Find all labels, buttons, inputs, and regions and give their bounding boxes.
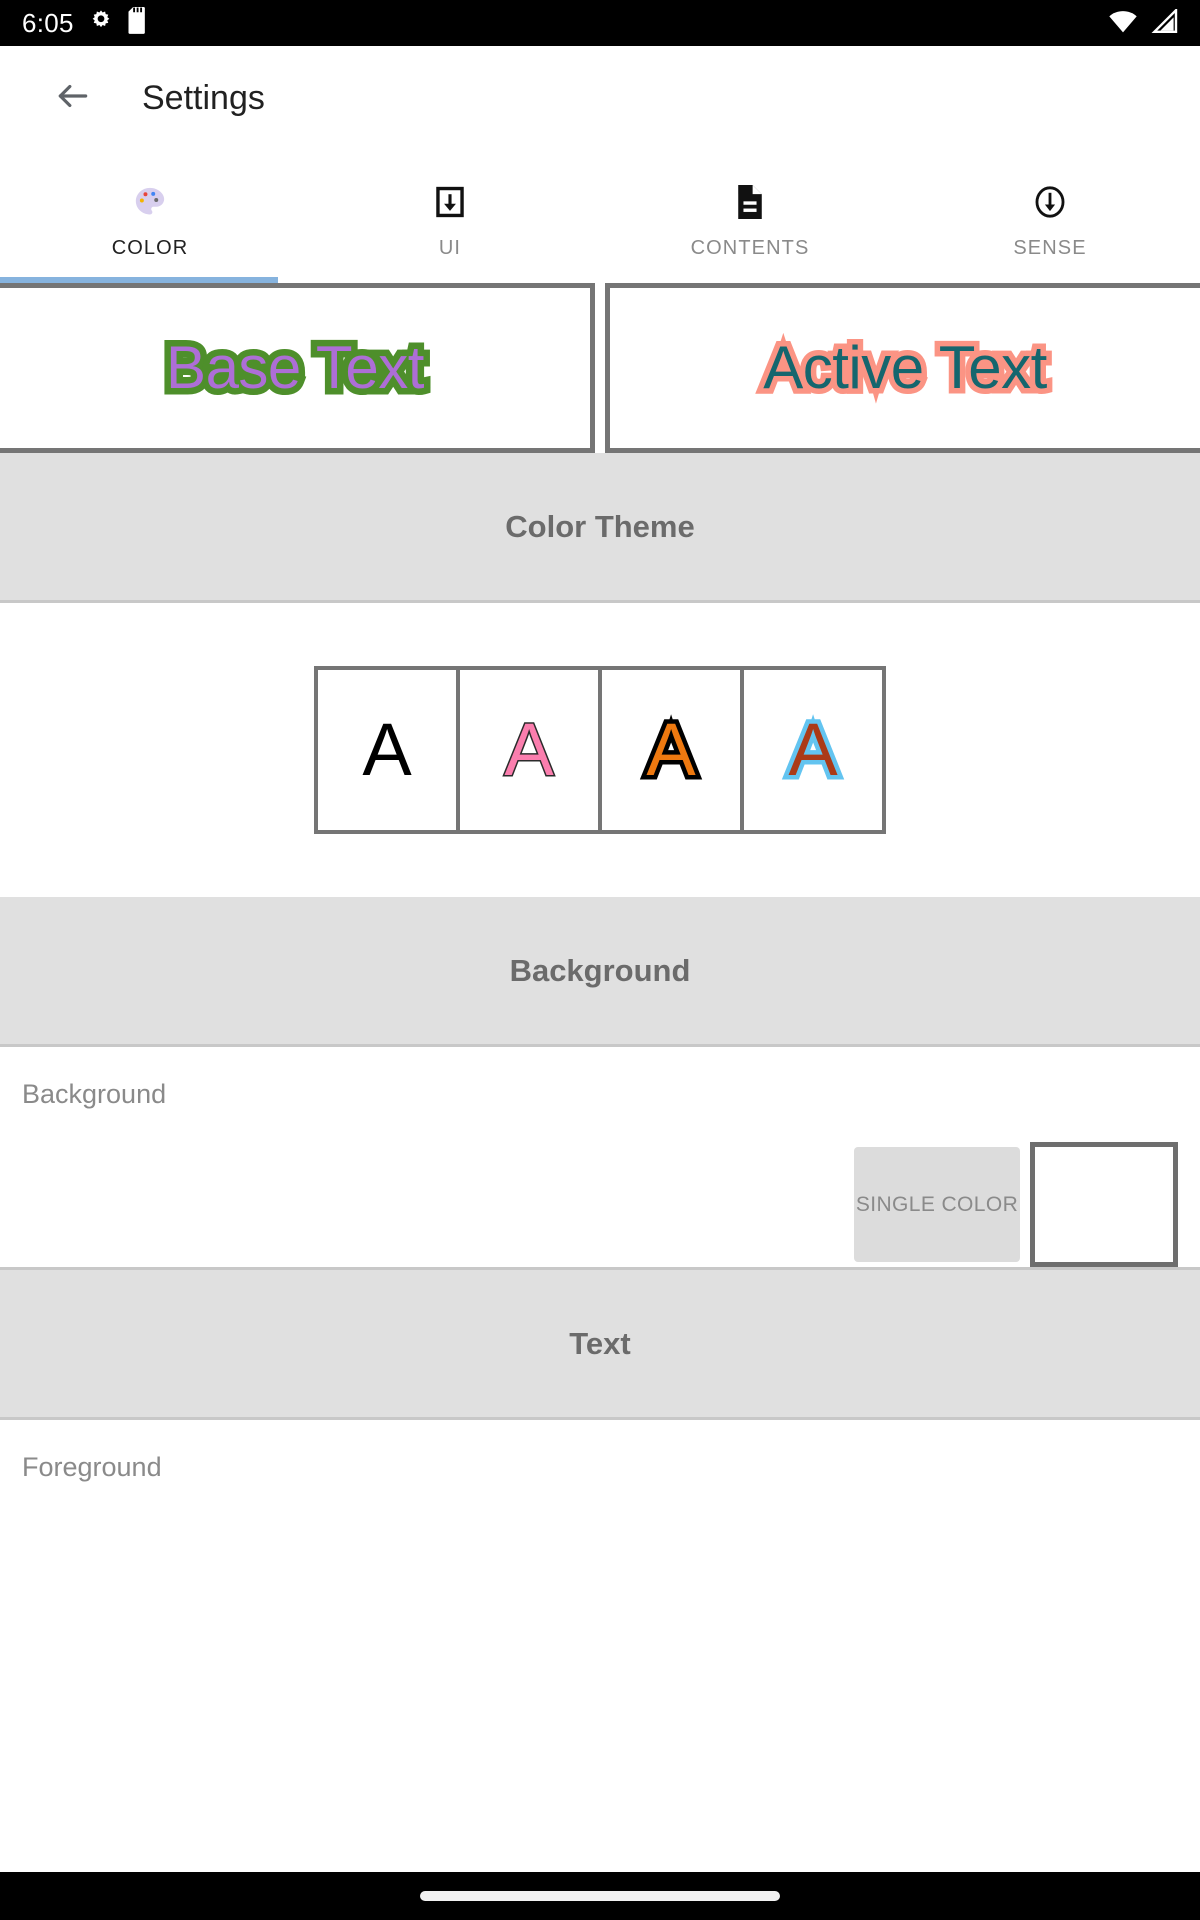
document-icon <box>734 183 766 221</box>
theme-letter-4: A <box>784 708 842 791</box>
background-row-label: Background <box>22 1079 167 1109</box>
color-theme-option-4[interactable]: A <box>744 670 882 830</box>
theme-letter-3: A <box>642 708 700 791</box>
status-bar-right <box>1108 6 1178 38</box>
color-theme-group: A A A A <box>314 666 886 834</box>
color-theme-swatch-row: A A A A <box>0 603 1200 897</box>
single-color-button-label: SINGLE COLOR <box>855 1193 1019 1216</box>
color-theme-option-3[interactable]: A <box>602 670 740 830</box>
color-theme-option-1[interactable]: A <box>318 670 456 830</box>
wifi-icon <box>1108 9 1138 38</box>
base-text-sample: Base Text <box>160 331 431 404</box>
background-row-controls: SINGLE COLOR <box>22 1142 1178 1267</box>
palette-icon <box>133 183 167 221</box>
gear-icon <box>88 8 114 39</box>
theme-letter-1: A <box>362 708 412 791</box>
tab-sense[interactable]: SENSE <box>900 150 1200 283</box>
tab-label-color: COLOR <box>111 237 189 259</box>
section-title-color-theme: Color Theme <box>505 509 695 544</box>
foreground-setting-row[interactable]: Foreground <box>0 1420 1200 1490</box>
background-setting-row[interactable]: Background SINGLE COLOR <box>0 1047 1200 1270</box>
tab-label-ui: UI <box>438 237 462 259</box>
base-text-preview[interactable]: Base Text <box>0 283 595 453</box>
tab-active-indicator <box>0 277 278 283</box>
app-bar: Settings <box>0 46 1200 150</box>
section-header-background: Background <box>0 897 1200 1047</box>
active-text-sample: Active Text <box>758 332 1053 403</box>
circle-down-arrow-icon <box>1033 183 1067 221</box>
home-gesture-pill[interactable] <box>420 1891 780 1901</box>
background-color-swatch[interactable] <box>1030 1142 1178 1267</box>
status-bar: 6:05 <box>0 0 1200 46</box>
tab-label-sense: SENSE <box>1013 237 1087 259</box>
status-clock: 6:05 <box>22 8 74 38</box>
preview-strip: Base Text Active Text <box>0 283 1200 453</box>
status-bar-left: 6:05 <box>22 6 150 40</box>
download-box-icon <box>433 183 467 221</box>
sd-card-icon <box>128 6 150 40</box>
back-arrow-icon <box>54 77 92 120</box>
color-theme-option-2[interactable]: A <box>460 670 598 830</box>
settings-screen: 6:05 Settings COLOR UI CONTENTS SENSE Ba… <box>0 0 1200 1920</box>
section-header-color-theme: Color Theme <box>0 453 1200 603</box>
tab-contents[interactable]: CONTENTS <box>600 150 900 283</box>
section-header-text: Text <box>0 1270 1200 1420</box>
system-navigation-bar <box>0 1872 1200 1920</box>
active-text-preview[interactable]: Active Text <box>605 283 1200 453</box>
tab-color[interactable]: COLOR <box>0 150 300 283</box>
back-button[interactable] <box>46 71 100 125</box>
theme-letter-2: A <box>503 708 555 791</box>
section-title-background: Background <box>509 953 691 988</box>
tab-bar: COLOR UI CONTENTS SENSE <box>0 150 1200 283</box>
settings-list[interactable]: Color Theme A A A A Background Backgroun… <box>0 453 1200 1872</box>
foreground-row-label: Foreground <box>22 1452 162 1482</box>
tab-label-contents: CONTENTS <box>690 237 810 259</box>
single-color-button[interactable]: SINGLE COLOR <box>854 1147 1020 1262</box>
cellular-signal-icon <box>1150 6 1178 38</box>
section-title-text: Text <box>569 1326 631 1361</box>
tab-ui[interactable]: UI <box>300 150 600 283</box>
page-title: Settings <box>142 79 265 117</box>
